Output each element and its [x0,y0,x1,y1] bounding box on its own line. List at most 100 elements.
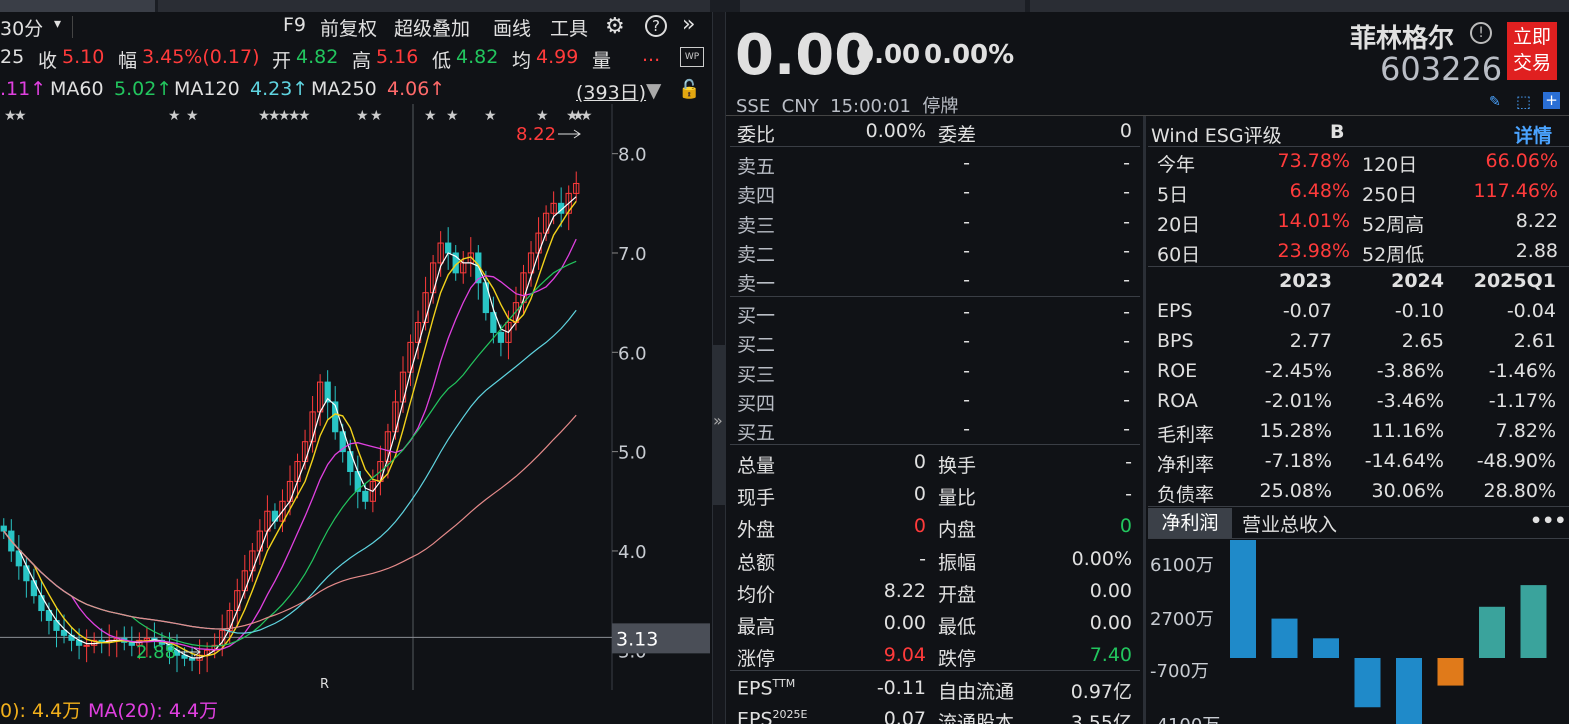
trade-now-button[interactable]: 立即 交易 [1507,22,1557,80]
tab-strip-segment[interactable] [0,0,155,12]
event-star-icon[interactable]: ★ [580,108,593,124]
more-indicator[interactable]: ... [642,44,660,66]
esg-detail-link[interactable]: 详情 [1514,121,1552,148]
triangle-down-icon[interactable]: ▼ [646,78,661,102]
event-star-icon[interactable]: ★ [424,108,437,124]
ask-price[interactable]: - [860,240,970,262]
chevron-double-right-icon[interactable]: » [682,12,695,37]
tab-total-revenue[interactable]: 营业总收入 [1242,510,1337,537]
stat-label: 最低 [938,616,977,638]
toolbar-tools-button[interactable]: 工具 [550,14,588,41]
perf-label: 60日 [1157,244,1201,266]
date-fragment: 25 [0,46,25,68]
stat-label: 最高 [737,616,776,638]
help-icon[interactable]: ? [645,15,667,37]
more-options-icon[interactable]: ••• [1530,510,1566,532]
bid-price[interactable]: - [860,360,970,382]
profit-bar[interactable] [1230,540,1256,658]
ma120-value: 4.23↑ [250,78,309,100]
stat-value: 8.22 [883,579,926,602]
ma120-label: MA120 [174,78,240,100]
lock-icon[interactable]: 🔓 [678,79,700,100]
profit-bar[interactable] [1354,658,1381,708]
toolbar-overlay-button[interactable]: 超级叠加 [394,14,470,41]
toolbar-f9-button[interactable]: F9 [283,14,306,36]
stat-label: 跌停 [938,648,977,671]
stat-label: 量比 [938,487,977,510]
perf-label: 5日 [1157,184,1189,206]
ask-price[interactable]: - [860,269,970,291]
fin-value: 30.06% [1371,480,1444,502]
last-price: 0.00 [735,23,874,88]
candle-body[interactable] [188,657,196,661]
candle-body[interactable] [347,451,354,472]
bid-volume: - [1123,301,1130,323]
ask-price[interactable]: - [860,211,970,233]
bid-level-label: 买三 [737,363,776,386]
candle-body[interactable] [30,580,38,597]
bid-price[interactable]: - [860,389,970,411]
fin-row-label: 毛利率 [1157,424,1215,446]
event-star-icon[interactable]: ★ [356,108,369,124]
event-star-icon[interactable]: ★ [14,108,27,124]
profit-bar[interactable] [1313,638,1339,658]
period-dropdown-icon[interactable]: ▾ [54,16,61,32]
fin-row-label: 净利率 [1157,454,1215,476]
window-icon[interactable]: ⬚ [1516,92,1531,111]
window-tab-strip [0,0,1569,12]
candle-body[interactable] [83,644,90,647]
tab-strip-segment[interactable] [1030,0,1569,12]
toolbar-fuquan-button[interactable]: 前复权 [320,14,377,41]
bid-price[interactable]: - [860,418,970,440]
event-star-icon[interactable]: ★ [168,108,181,124]
tab-net-profit[interactable]: 净利润 [1148,508,1232,538]
edit-icon[interactable]: ✎ [1489,94,1501,110]
avg-value: 4.99 [536,46,579,68]
y-tick-label: 8.0 [618,145,647,166]
bid-price[interactable]: - [860,301,970,323]
bid-level-label: 买五 [737,422,776,445]
stat-label: 换手 [938,455,977,477]
gear-icon[interactable]: ⚙ [605,14,625,39]
candle-body[interactable] [497,331,505,343]
fin-value: -14.64% [1364,450,1444,472]
info-icon[interactable]: ! [1470,22,1492,44]
max-price-label: 8.22 [516,124,556,145]
event-star-icon[interactable]: ★ [446,108,459,124]
toolbar-draw-button[interactable]: 画线 [493,14,531,41]
ask-price[interactable]: - [860,152,970,174]
event-star-icon[interactable]: ★ [186,108,199,124]
event-star-icon[interactable]: ★ [298,108,311,124]
wp-icon[interactable]: WP [680,47,704,67]
candle-body[interactable] [362,490,369,502]
event-star-icon[interactable]: ★ [370,108,383,124]
event-star-icon[interactable]: ★ [484,108,497,124]
perf-label: 今年 [1157,154,1196,176]
eps-ttm-label: EPSTTM [737,677,795,699]
ma10-line [3,200,577,657]
fin-row-label: BPS [1157,330,1194,352]
float-shares-value: 3.55亿 [1070,712,1132,724]
candle-body[interactable] [445,242,452,254]
period-selector[interactable]: 30分 [0,14,43,41]
ask-level-label: 卖四 [737,185,776,208]
chevron-right-icon[interactable]: » [713,411,723,430]
kline-chart[interactable]: 8.07.06.05.04.03.03.138.222.88R★★★★★★★★★… [0,104,712,690]
profit-bar[interactable] [1479,606,1505,658]
stat-label: 总量 [737,455,776,477]
profit-bar[interactable] [1396,658,1422,724]
event-star-icon[interactable]: ★ [536,108,549,124]
tab-strip-segment[interactable] [158,0,710,12]
divider [1148,146,1569,147]
profit-bar[interactable] [1437,658,1464,686]
bid-level-label: 买四 [737,392,776,415]
bid-price[interactable]: - [860,330,970,352]
candle-body[interactable] [0,525,7,532]
tab-strip-segment[interactable] [740,0,1025,12]
day-range[interactable]: (393日) [576,78,646,105]
ask-price[interactable]: - [860,181,970,203]
plus-icon[interactable]: + [1543,92,1560,109]
panel-collapse-handle[interactable]: » [712,345,726,505]
profit-bar[interactable] [1520,585,1547,658]
profit-bar[interactable] [1271,618,1298,658]
